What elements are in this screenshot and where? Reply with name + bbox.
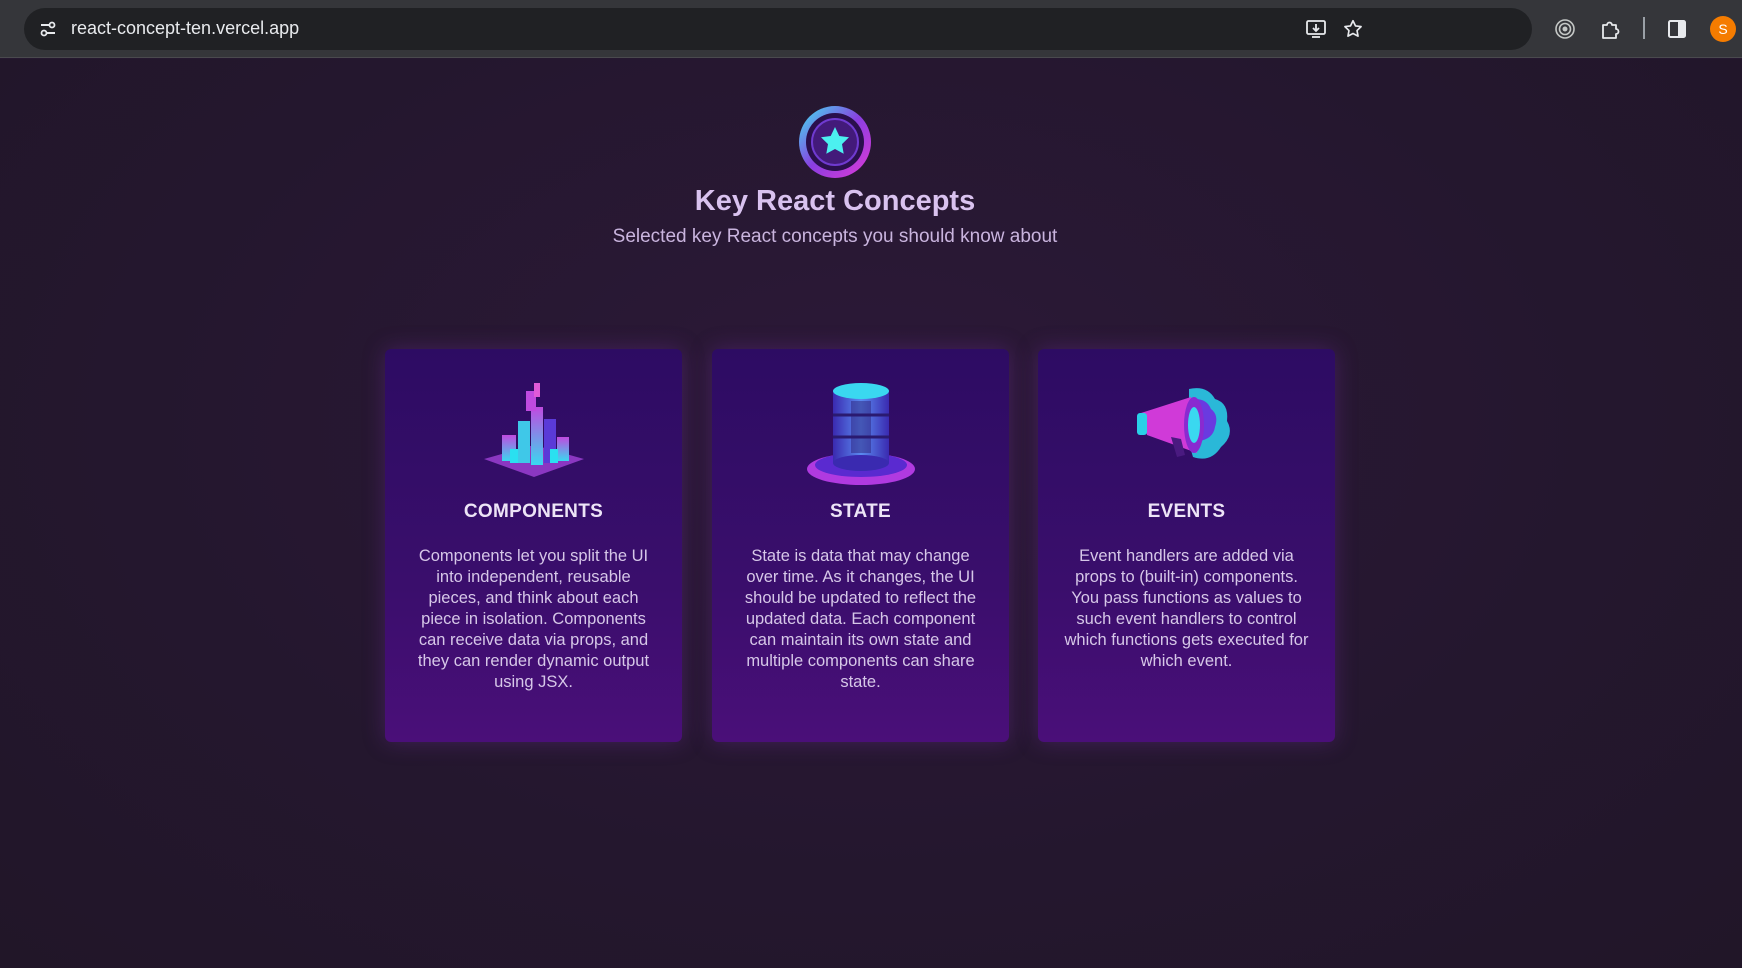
page-content: Key React Concepts Selected key React co… [0,59,1742,968]
url-text[interactable]: react-concept-ten.vercel.app [71,18,299,39]
bookmark-star-icon[interactable] [1341,17,1365,41]
concept-card-components: COMPONENTS Components let you split the … [385,349,682,742]
card-description: State is data that may change over time.… [744,547,977,691]
side-panel-icon[interactable] [1665,17,1689,41]
building-blocks-icon [385,377,682,487]
card-title: STATE [830,501,891,522]
megaphone-icon [1038,377,1335,487]
database-cylinder-icon [712,377,1009,487]
install-app-icon[interactable] [1304,17,1328,41]
page-subtitle: Selected key React concepts you should k… [612,226,1058,247]
concept-card-events: EVENTS Event handlers are added via prop… [1038,349,1335,742]
browser-toolbar: react-concept-ten.vercel.app S [0,0,1742,58]
page-title: Key React Concepts [694,185,976,217]
concept-card-state: STATE State is data that may change over… [712,349,1009,742]
card-description: Components let you split the UI into ind… [417,547,650,691]
extensions-icon[interactable] [1598,17,1622,41]
address-bar[interactable]: react-concept-ten.vercel.app [24,8,1532,50]
toolbar-separator [1643,17,1645,39]
media-router-icon[interactable] [1553,17,1577,41]
profile-avatar[interactable]: S [1710,16,1736,42]
card-title: EVENTS [1147,501,1226,522]
star-badge-icon [796,103,874,181]
card-title: COMPONENTS [463,501,604,522]
site-info-icon[interactable] [36,17,60,41]
card-description: Event handlers are added via props to (b… [1064,547,1309,670]
